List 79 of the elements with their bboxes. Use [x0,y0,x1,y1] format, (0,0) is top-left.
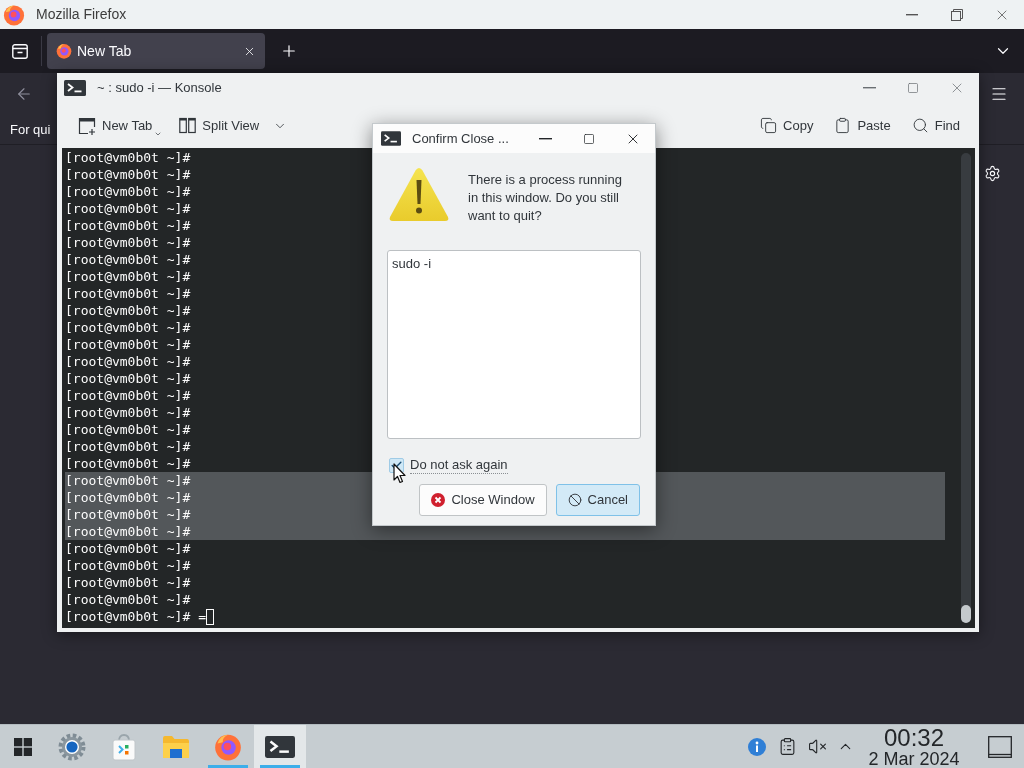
text-cursor-icon [206,608,215,625]
terminal-line: [root@vm0b0t ~]# [65,234,191,251]
terminal-line: [root@vm0b0t ~]# [65,251,191,268]
browser-logo-icon [214,732,242,761]
mouse-pointer-icon [393,463,406,484]
clock-time[interactable]: 00:32 [883,725,945,750]
browser-tab[interactable]: New Tab [47,33,265,69]
split-view-button[interactable]: Split View [175,109,292,142]
terminal-line: [root@vm0b0t ~]# [65,302,191,319]
window-title: ~ : sudo -i — Konsole [97,79,222,98]
gear-icon [58,732,86,761]
start-grid-icon [14,737,32,756]
terminal-line: [root@vm0b0t ~]# [65,455,191,472]
close-circle-icon [431,493,446,507]
cancel-icon [567,493,582,507]
terminal-icon [381,131,401,146]
tab-title: New Tab [77,41,132,61]
dialog-title: Confirm Close ... [412,129,509,148]
terminal-line: [root@vm0b0t ~]# [65,285,191,302]
typed-command-text: = [198,608,207,625]
terminal-line: [root@vm0b0t ~]# [65,421,191,438]
copy-button[interactable]: Copy [756,109,818,142]
folder-icon [162,733,190,760]
terminal-line: [root@vm0b0t ~]# [65,200,191,217]
terminal-line: [root@vm0b0t ~]# [65,404,191,421]
find-button[interactable]: Find [907,109,964,142]
terminal-line: [root@vm0b0t ~]# [65,183,191,200]
back-icon[interactable] [15,85,33,103]
new-tab-icon[interactable] [280,42,298,60]
clipboard-icon [834,117,852,134]
browser-logo-icon [3,3,25,26]
taskbar-button[interactable] [254,725,306,768]
close-window-button[interactable]: Close Window [419,484,547,516]
settings-icon[interactable] [984,165,1001,182]
terminal-line: [root@vm0b0t ~]# [65,387,191,404]
terminal-line: [root@vm0b0t ~]# [65,268,191,285]
warning-icon [388,166,450,223]
minimize-icon [905,13,918,16]
terminal-line: [root@vm0b0t ~]# [65,591,191,608]
minimize-icon [538,137,552,140]
terminal-line: [root@vm0b0t ~]# [65,540,191,557]
terminal-line: [root@vm0b0t ~]# [65,166,191,183]
minimize-icon [862,87,876,89]
terminal-icon [265,735,295,758]
speaker-muted-icon[interactable] [807,737,827,756]
cancel-button[interactable]: Cancel [555,484,640,516]
bookmarks-hint: For qui [10,120,51,139]
new-tab-button[interactable]: New Tab [74,109,167,142]
checkbox-label[interactable]: Do not ask again [410,456,508,474]
terminal-line: [root@vm0b0t ~]# [65,149,191,166]
terminal-line: [root@vm0b0t ~]# [65,574,191,591]
clock-date[interactable]: 2 Mar 2024 [868,749,960,768]
terminal-line: [root@vm0b0t ~]# [65,319,191,336]
terminal-prompt: [root@vm0b0t ~]# [65,608,191,625]
box-icon [12,43,28,59]
terminal-line: [root@vm0b0t ~]# [65,217,191,234]
process-item[interactable]: sudo -i [392,255,432,273]
terminal-line: [root@vm0b0t ~]# [65,370,191,387]
shopping-bag-icon [111,732,137,761]
info-icon[interactable] [748,737,766,756]
window-title: Mozilla Firefox [36,5,127,24]
terminal-line: [root@vm0b0t ~]# [65,438,191,455]
show-desktop-icon[interactable] [988,735,1012,758]
search-icon [911,117,929,134]
dialog-message: There is a process running in this window. Do you still want to quit? [468,171,623,225]
copy-icon [760,117,778,134]
terminal-line: [root@vm0b0t ~]# [65,336,191,353]
terminal-line: [root@vm0b0t ~]# [65,353,191,370]
paste-button[interactable]: Paste [830,109,895,142]
terminal-line: [root@vm0b0t ~]# [65,557,191,574]
restore-icon [950,8,963,21]
terminal-icon [64,80,86,96]
scrollbar-thumb [961,605,971,623]
window-plus-icon [78,116,96,135]
browser-logo-icon [56,43,72,59]
maximize-icon [583,132,595,145]
menu-icon[interactable] [990,85,1008,103]
maximize-icon [907,82,919,94]
split-columns-icon [179,117,197,134]
